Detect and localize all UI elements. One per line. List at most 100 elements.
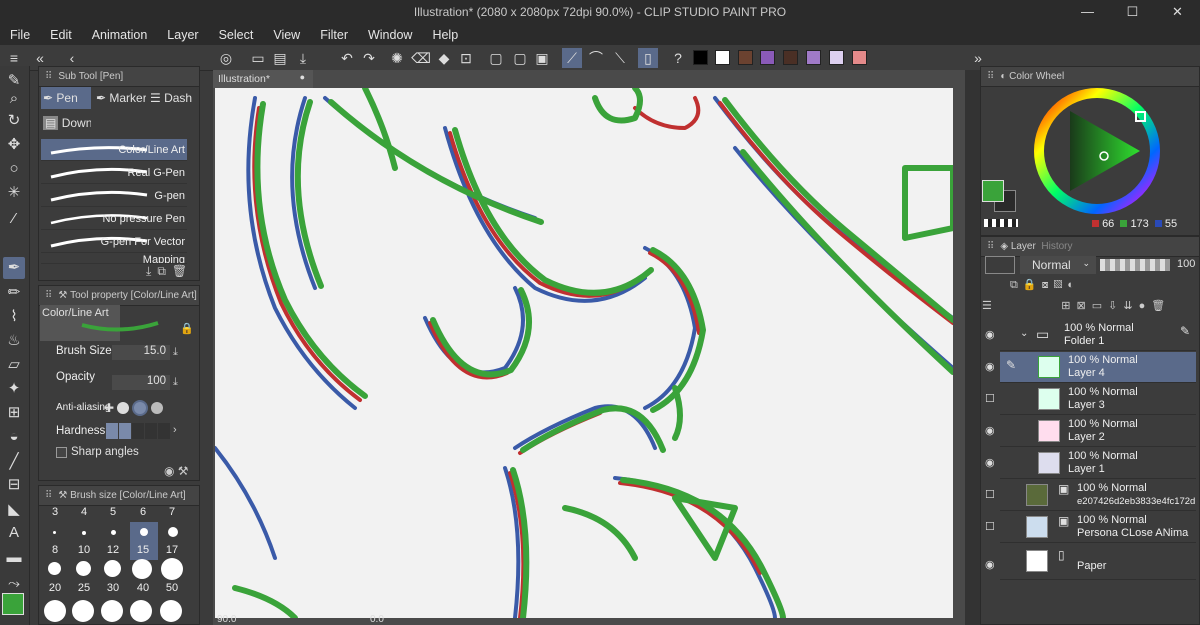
- new-file-icon[interactable]: ▭: [248, 48, 268, 68]
- menu-filter[interactable]: Filter: [310, 28, 358, 42]
- gradient-icon[interactable]: ▬: [3, 547, 25, 569]
- zoom-icon[interactable]: ⌕: [3, 88, 25, 110]
- companion-mode-icon[interactable]: ▯: [638, 48, 658, 68]
- airbrush-icon[interactable]: ♨: [3, 330, 25, 352]
- color-swatch-pink[interactable]: [852, 50, 867, 65]
- save-icon[interactable]: ⤓: [293, 48, 313, 68]
- eye-visibility-box[interactable]: ☐: [985, 488, 995, 501]
- layer-opacity-value[interactable]: 100: [1177, 258, 1195, 270]
- antialias-weak-icon[interactable]: [117, 402, 130, 414]
- brush-size-preset[interactable]: 50: [158, 582, 186, 594]
- eye-icon[interactable]: ◉: [985, 558, 995, 571]
- menu-window[interactable]: Window: [358, 28, 422, 42]
- hardness-slider[interactable]: [106, 423, 170, 439]
- antialias-none-icon[interactable]: ✚: [104, 401, 114, 415]
- color-swatch-white[interactable]: [715, 50, 730, 65]
- eye-visibility-box[interactable]: ☐: [985, 392, 995, 405]
- help-icon[interactable]: ?: [668, 48, 688, 68]
- brush-size-preset[interactable]: 5: [99, 506, 127, 518]
- main-color-swatch[interactable]: [2, 593, 24, 615]
- tab-marker[interactable]: ✒ Marker: [94, 87, 146, 109]
- brush-size-preset[interactable]: 20: [41, 582, 69, 594]
- brush-size-preset[interactable]: 15: [129, 544, 157, 556]
- tab-dash[interactable]: ☰ Dash: [148, 87, 198, 109]
- eye-icon[interactable]: ◉: [985, 456, 995, 469]
- brush-size-preset[interactable]: 7: [158, 506, 186, 518]
- brush-item[interactable]: Real G-Pen: [41, 162, 187, 184]
- menu-edit[interactable]: Edit: [40, 28, 82, 42]
- brush-size-preset[interactable]: 17: [158, 544, 186, 556]
- brush-item[interactable]: Color/Line Art: [41, 139, 187, 161]
- menu-help[interactable]: Help: [422, 28, 468, 42]
- document-tab[interactable]: Illustration* ●: [213, 70, 313, 88]
- tab-download[interactable]: ▤ Download: [41, 112, 91, 134]
- sharp-angles-checkbox[interactable]: [56, 447, 67, 458]
- blend-icon[interactable]: ✦: [3, 378, 25, 400]
- line-icon[interactable]: ╱: [3, 451, 25, 473]
- layer-row[interactable]: ✎ 100 % Normal Layer 4: [1000, 352, 1196, 383]
- layer-row[interactable]: 100 % Normal Layer 1: [1000, 448, 1196, 479]
- pattern-icon[interactable]: ⊞: [3, 402, 25, 424]
- hardness-arrow-icon[interactable]: ›: [173, 424, 177, 436]
- frame-icon[interactable]: ⊟: [3, 474, 25, 496]
- snap-ruler-icon[interactable]: ⟋: [562, 48, 582, 68]
- layer-list-icon[interactable]: ☰: [982, 300, 998, 312]
- transparent-color-chip[interactable]: [984, 219, 1018, 227]
- drawing-canvas[interactable]: [215, 88, 953, 618]
- new-raster-layer-icon[interactable]: ⊞: [1061, 300, 1076, 312]
- settings-icon[interactable]: ◉ ⚒: [164, 464, 189, 478]
- color-swatch-light-lavender[interactable]: [829, 50, 844, 65]
- layer-opacity-slider[interactable]: [1100, 259, 1170, 271]
- brush-size-preset[interactable]: 6: [129, 506, 157, 518]
- tab-close-icon[interactable]: ●: [300, 72, 305, 82]
- brush-size-preset[interactable]: 4: [70, 506, 98, 518]
- brush-item[interactable]: Mapping: [41, 254, 187, 264]
- brush-size-preset[interactable]: 25: [70, 582, 98, 594]
- color-swatch-black[interactable]: [693, 50, 708, 65]
- close-button[interactable]: ✕: [1155, 0, 1200, 24]
- layer-row[interactable]: ▣ 100 % Normal Persona CLose ANima: [1000, 512, 1196, 543]
- main-color-chip[interactable]: [982, 180, 1004, 202]
- move-icon[interactable]: ✥: [3, 134, 25, 156]
- brush-size-dropdown-icon[interactable]: ⤓: [173, 346, 178, 359]
- pencil-icon[interactable]: ✏: [3, 282, 25, 304]
- eraser-icon[interactable]: ▱: [3, 354, 25, 376]
- collapse-left-icon-2[interactable]: ‹: [62, 48, 82, 68]
- menu-layer[interactable]: Layer: [157, 28, 208, 42]
- brush-icon[interactable]: ⌇: [3, 306, 25, 328]
- brush-item[interactable]: G-pen For Vector: [41, 231, 187, 253]
- mask-icon[interactable]: ◐: [1067, 279, 1079, 291]
- maximize-button[interactable]: ☐: [1110, 0, 1155, 24]
- brush-size-preset[interactable]: 30: [99, 582, 127, 594]
- color-swatch-purple[interactable]: [760, 50, 775, 65]
- lock-icon[interactable]: 🔒: [180, 322, 194, 335]
- snap-special-ruler-icon[interactable]: ⌒: [586, 48, 606, 68]
- lock-layer-icon[interactable]: 🔒: [1023, 279, 1042, 291]
- deselect-icon[interactable]: ▢: [510, 48, 530, 68]
- eye-icon[interactable]: ◉: [985, 328, 995, 341]
- layer-row-paper[interactable]: ▯ Paper: [1000, 546, 1196, 580]
- eye-visibility-box[interactable]: ☐: [985, 520, 995, 533]
- redo-icon[interactable]: ↷: [359, 48, 379, 68]
- clear-icon[interactable]: ⌫: [411, 48, 431, 68]
- eye-icon[interactable]: ◉: [985, 424, 995, 437]
- create-mask-icon[interactable]: ●: [1139, 300, 1152, 312]
- layer-row[interactable]: 100 % Normal Layer 2: [1000, 416, 1196, 447]
- new-vector-layer-icon[interactable]: ⊠: [1077, 300, 1092, 312]
- brush-size-preset[interactable]: 40: [129, 582, 157, 594]
- brush-size-value[interactable]: 15.0: [112, 345, 170, 360]
- select-all-icon[interactable]: ▢: [486, 48, 506, 68]
- merge-all-icon[interactable]: ⇊: [1123, 300, 1138, 312]
- collapse-right-icon[interactable]: »: [968, 48, 988, 68]
- lasso-icon[interactable]: ○: [3, 158, 25, 180]
- fill-icon[interactable]: ◆: [434, 48, 454, 68]
- pen-tool-icon[interactable]: ✒: [3, 257, 25, 279]
- brush-size-preset[interactable]: 12: [99, 544, 127, 556]
- eyedropper-icon[interactable]: ⁄: [3, 208, 25, 230]
- merge-icon[interactable]: ⇩: [1108, 300, 1123, 312]
- brush-item[interactable]: G-pen: [41, 185, 187, 207]
- angle-readout[interactable]: 0.0: [370, 614, 384, 625]
- duplicate-icon[interactable]: ⧉: [157, 264, 172, 278]
- magic-wand-icon[interactable]: ✳: [3, 182, 25, 204]
- menu-view[interactable]: View: [263, 28, 310, 42]
